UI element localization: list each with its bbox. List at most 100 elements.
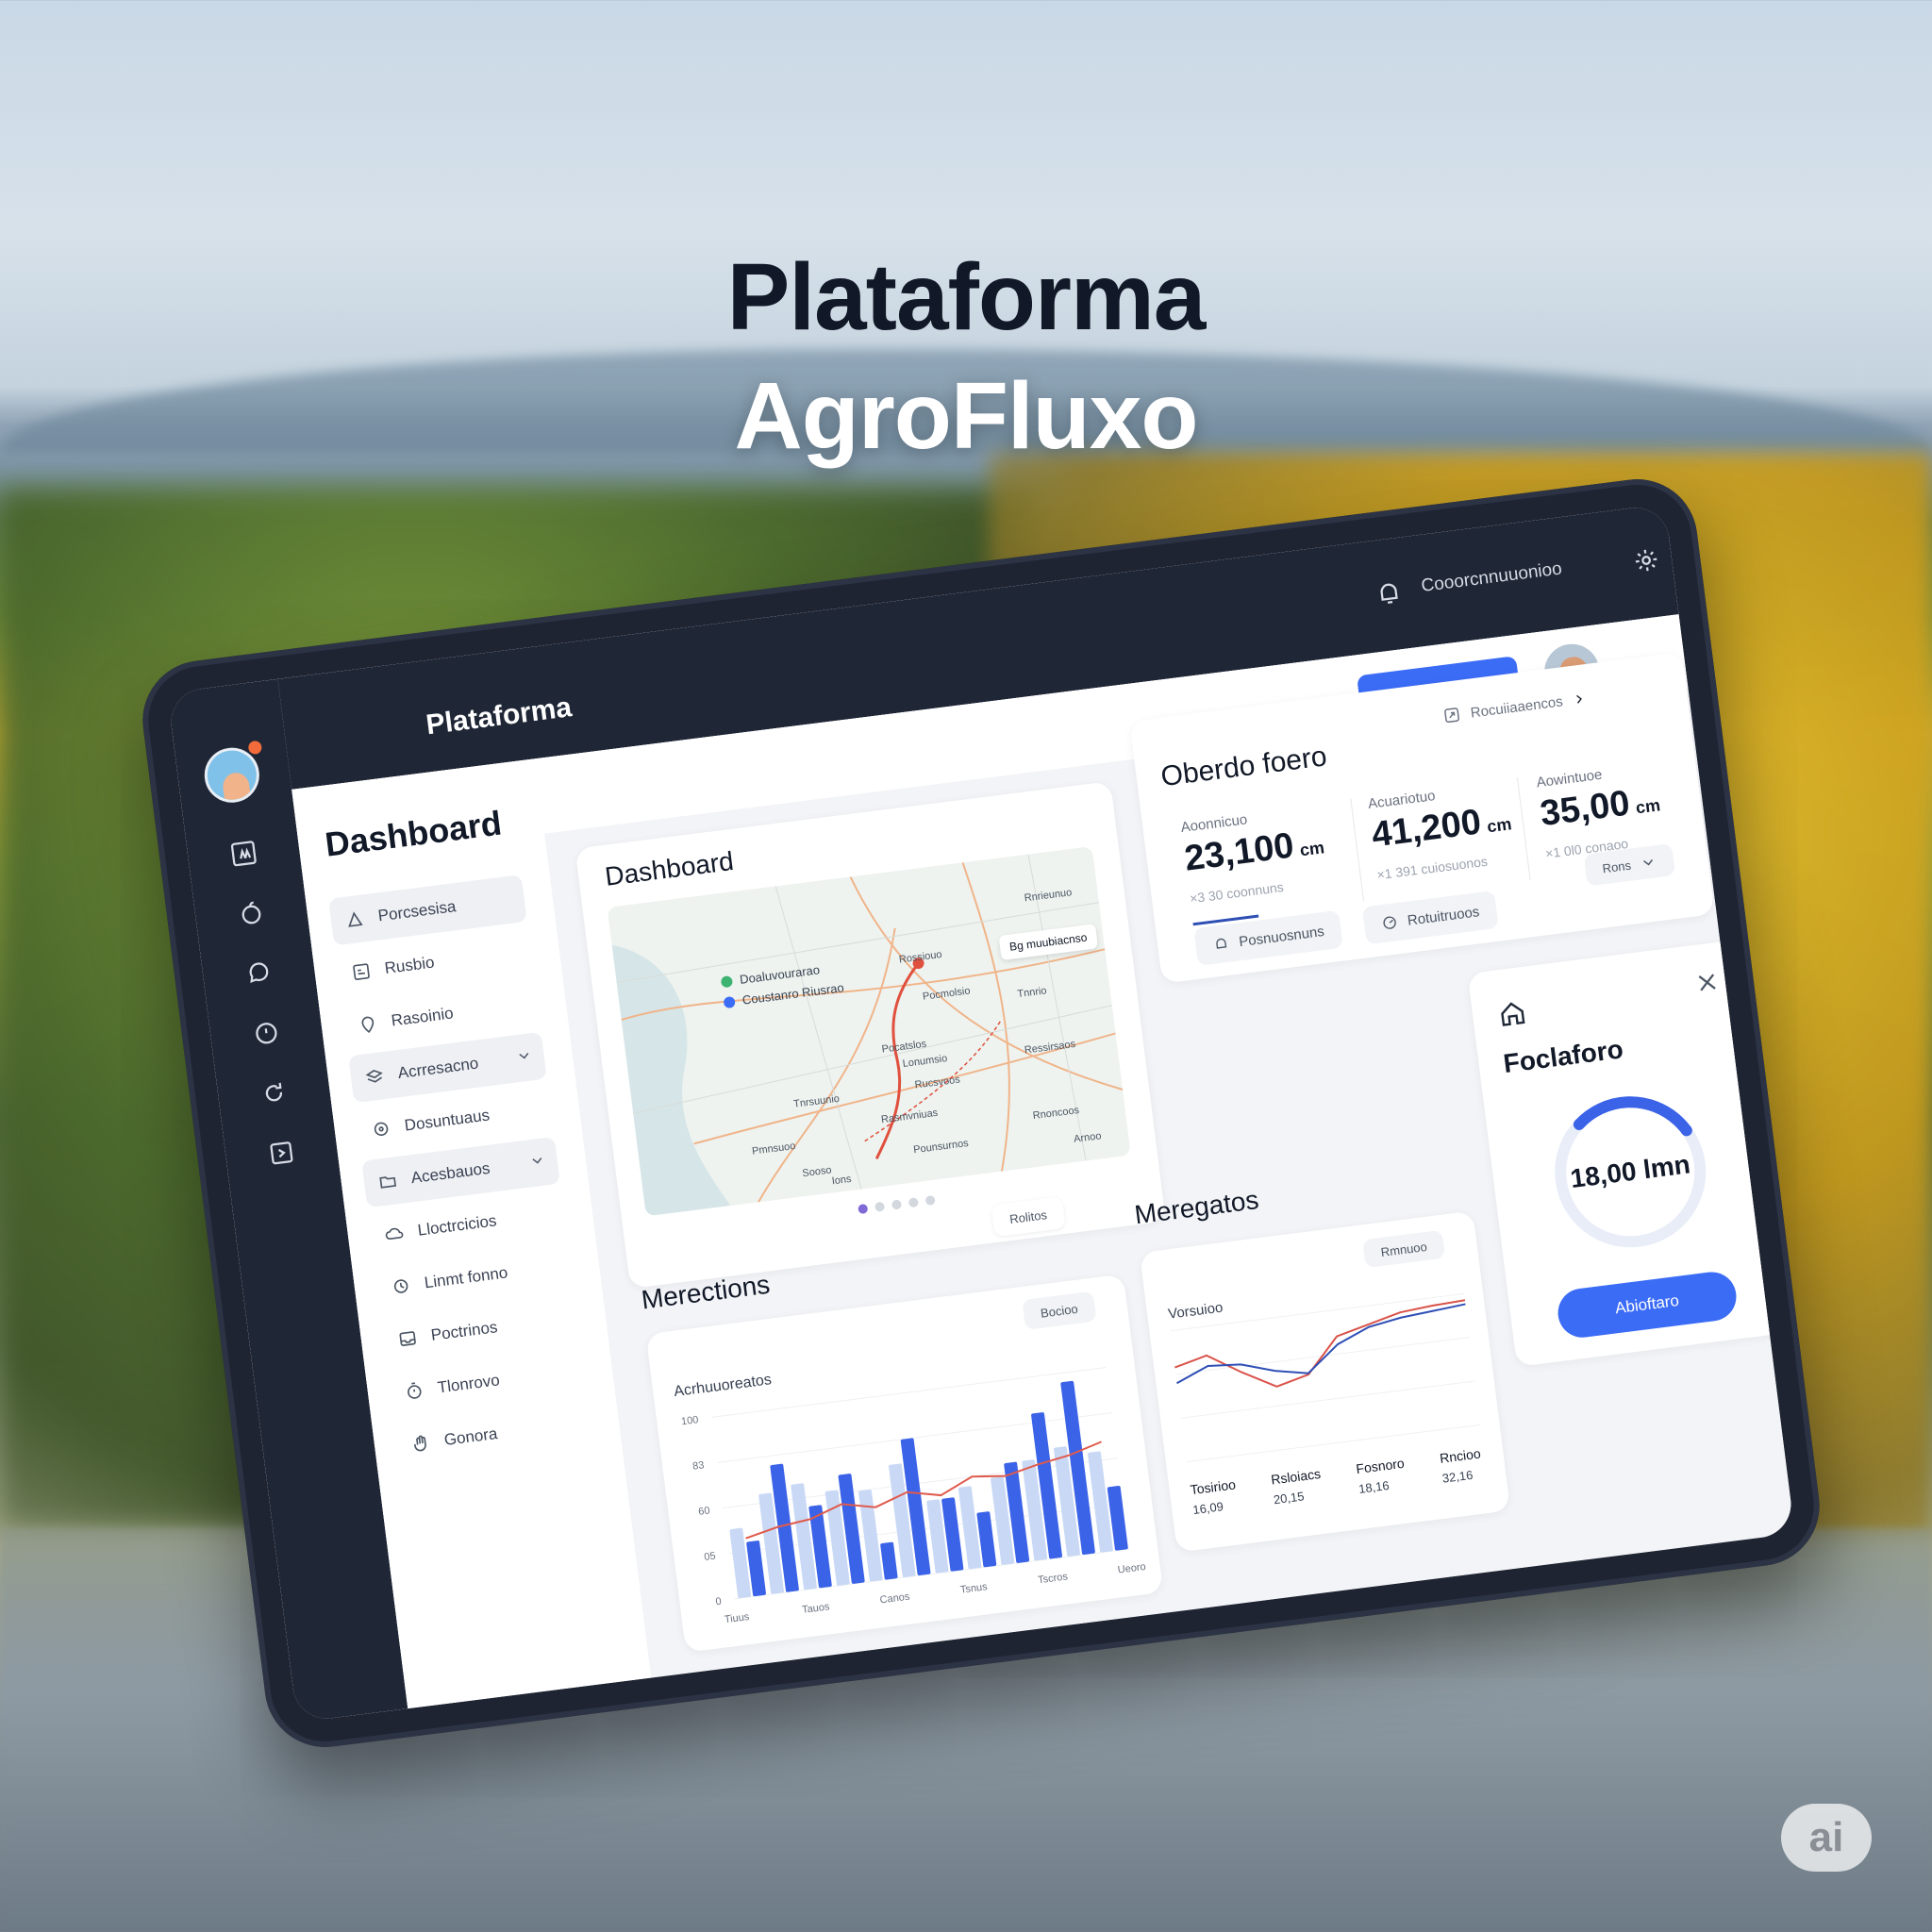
x-tick-label: Tsnus bbox=[959, 1581, 989, 1596]
metric-item: Acuariotuo 41,200 cm ×1 391 cuiosuonos bbox=[1367, 778, 1517, 882]
metric-sub: ×3 30 coonnuns bbox=[1189, 879, 1285, 907]
bar-chart: 100 83 60 05 0Tiuus Tauos Canos Tsnus Tscros Ueor… bbox=[680, 1366, 1146, 1625]
cloud-icon bbox=[385, 1227, 404, 1241]
metrics-link[interactable]: Rocuiiaaencos bbox=[1441, 689, 1589, 725]
range-dropdown-label: Rons bbox=[1601, 858, 1632, 875]
x-tick-label: Tiuus bbox=[724, 1611, 750, 1625]
sidebar-item-label: Porcsesisa bbox=[376, 897, 458, 925]
carousel-dots[interactable] bbox=[858, 1194, 936, 1215]
report-button[interactable]: Rotuitruoos bbox=[1361, 891, 1499, 945]
pin-icon bbox=[361, 1016, 375, 1034]
home-icon[interactable] bbox=[1495, 997, 1529, 1031]
sidebar-item-label: Rusbio bbox=[383, 953, 436, 977]
metrics-link-label: Rocuiiaaencos bbox=[1469, 692, 1564, 722]
metric-unit: cm bbox=[1634, 795, 1662, 818]
chevron-right-icon bbox=[1576, 694, 1583, 704]
x-tick-label: Tscros bbox=[1038, 1571, 1070, 1586]
clock-icon bbox=[393, 1279, 408, 1293]
chart-icon bbox=[1383, 916, 1396, 929]
folder-icon bbox=[379, 1176, 397, 1189]
chat-icon[interactable] bbox=[243, 958, 275, 990]
grid-line bbox=[1181, 1380, 1475, 1419]
tablet-frame: Plataforma Cooorcnnuuonioo 1 Doontunuo D… bbox=[135, 472, 1827, 1755]
filter-button[interactable]: Posnuosnuns bbox=[1193, 909, 1343, 966]
report-button-label: Rotuitruoos bbox=[1406, 903, 1481, 929]
metric-unit: cm bbox=[1486, 814, 1513, 837]
metric-unit: cm bbox=[1298, 838, 1326, 860]
stat-item: Tosirioo 16,09 bbox=[1190, 1476, 1240, 1517]
divider bbox=[1350, 798, 1365, 902]
map-town-label: Ions bbox=[831, 1173, 853, 1188]
app-screen: Plataforma Cooorcnnuuonioo 1 Doontunuo D… bbox=[167, 504, 1795, 1723]
ai-badge: ai bbox=[1781, 1804, 1872, 1872]
gauge-card-title: Foclaforo bbox=[1501, 1034, 1625, 1079]
refresh-icon[interactable] bbox=[258, 1077, 291, 1109]
metric-number: 35,00 bbox=[1538, 783, 1632, 835]
bar-dark bbox=[880, 1541, 898, 1580]
divider bbox=[1516, 776, 1531, 881]
hero-title-line-1: Plataforma bbox=[726, 244, 1207, 350]
route-map[interactable]: Doaluvourarao Coustanro Riusrao Bg muubi… bbox=[607, 846, 1131, 1217]
bell-icon bbox=[1216, 938, 1227, 949]
metric-number: 23,100 bbox=[1182, 825, 1296, 879]
map-card: Dashboard Doaluvourarao Coustanro Riusra… bbox=[575, 781, 1166, 1290]
grid-line bbox=[1170, 1292, 1465, 1332]
expand-icon bbox=[1444, 708, 1459, 724]
sidebar-item-label: Tlonrovo bbox=[436, 1371, 501, 1397]
gauge-card: Foclaforo 18,00 lmn Abioftaro bbox=[1467, 939, 1789, 1367]
sidebar-item-label: Acesbauos bbox=[409, 1158, 491, 1188]
settings-icon[interactable] bbox=[1630, 544, 1662, 576]
sidebar-item-label: Gonora bbox=[442, 1424, 499, 1449]
brand-name: Plataforma bbox=[424, 691, 574, 741]
bell-icon[interactable] bbox=[1374, 577, 1406, 609]
sidebar-item-label: Lloctrcicios bbox=[416, 1211, 498, 1240]
series-line bbox=[1176, 1303, 1466, 1385]
stat-item: Fosnoro 18,16 bbox=[1356, 1456, 1408, 1496]
x-tick-label: Tauos bbox=[802, 1601, 831, 1616]
inbox-icon bbox=[399, 1331, 416, 1346]
stat-item: Rncioo 32,16 bbox=[1439, 1446, 1484, 1486]
sidebar-item-label: Rasoinio bbox=[390, 1004, 455, 1030]
grid-line bbox=[711, 1366, 1107, 1418]
series-line bbox=[1174, 1299, 1466, 1388]
y-tick-label: 60 bbox=[698, 1505, 711, 1517]
nav-title: Dashboard bbox=[323, 803, 504, 864]
clock-icon[interactable] bbox=[251, 1018, 283, 1050]
map-card-title: Dashboard bbox=[603, 845, 736, 891]
carousel-dot[interactable] bbox=[858, 1203, 869, 1215]
metric-item: Aoonnicuo 23,100 cm ×3 30 coonnuns bbox=[1180, 803, 1330, 907]
tablet-device: Plataforma Cooorcnnuuonioo 1 Doontunuo D… bbox=[135, 472, 1827, 1755]
sidebar-item-label: Poctrinos bbox=[429, 1318, 499, 1344]
bar-chart-card: Merections Rolitos Bocioo Acrhuuoreatos … bbox=[640, 1195, 1164, 1653]
sidebar-item-label: Linmt fonno bbox=[423, 1263, 509, 1292]
triangle-icon bbox=[348, 911, 363, 927]
y-tick-label: 100 bbox=[680, 1414, 699, 1427]
export-icon[interactable] bbox=[266, 1138, 298, 1170]
y-tick-label: 05 bbox=[704, 1551, 717, 1563]
metric-number: 41,200 bbox=[1369, 802, 1484, 856]
metric-sub: ×1 391 cuiosuonos bbox=[1375, 853, 1489, 883]
line-chart-card: Meregatos Rmnuoo Vorsuioo Tosirioo 16,09 … bbox=[1133, 1185, 1511, 1553]
gear-icon bbox=[374, 1122, 389, 1137]
legend-swatch-blue bbox=[723, 995, 736, 1008]
carousel-dot[interactable] bbox=[874, 1201, 886, 1212]
apple-icon[interactable] bbox=[236, 898, 268, 930]
timer-icon bbox=[408, 1382, 422, 1399]
carousel-dot[interactable] bbox=[891, 1199, 903, 1210]
legend-swatch-green bbox=[720, 974, 734, 988]
y-tick-label: 83 bbox=[692, 1459, 706, 1472]
x-tick-label: Ueoro bbox=[1117, 1561, 1146, 1576]
hand-icon bbox=[414, 1435, 426, 1452]
metrics-card-title: Oberdo foero bbox=[1158, 741, 1329, 793]
gauge-action-button[interactable]: Abioftaro bbox=[1555, 1269, 1740, 1341]
chevron-down-icon bbox=[1643, 858, 1654, 866]
close-icon[interactable] bbox=[1691, 967, 1724, 999]
carousel-dot[interactable] bbox=[908, 1197, 919, 1208]
stat-item: Rsloiacs 20,15 bbox=[1270, 1466, 1324, 1507]
top-bar-label[interactable]: Cooorcnnuuonioo bbox=[1420, 558, 1563, 597]
y-tick-label: 0 bbox=[715, 1596, 723, 1608]
carousel-dot[interactable] bbox=[924, 1194, 936, 1207]
hero-title-line-2: AgroFluxo bbox=[734, 363, 1199, 469]
people-icon[interactable] bbox=[228, 838, 260, 870]
layers-icon bbox=[365, 1069, 383, 1083]
